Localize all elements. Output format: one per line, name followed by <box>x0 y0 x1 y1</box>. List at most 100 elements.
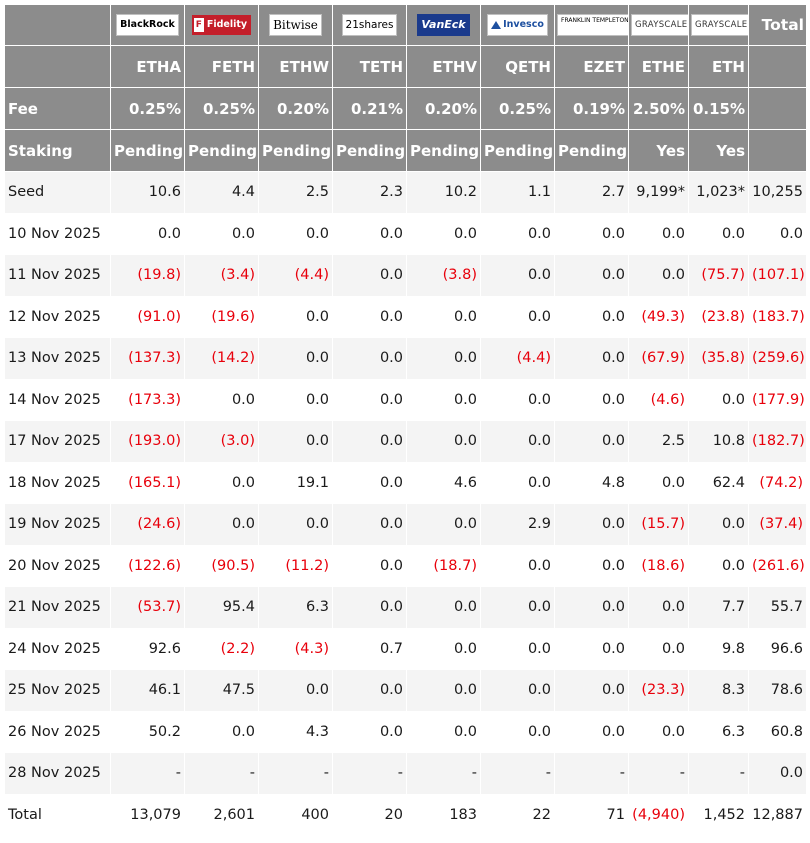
table-row: 19 Nov 2025 (24.6) 0.0 0.0 0.0 0.0 2.9 0.0 (15.7… <box>4 503 807 546</box>
flow-cell: 0.0 <box>628 212 689 255</box>
ticker-cell: ETHW <box>258 45 333 88</box>
flow-cell: - <box>480 752 555 795</box>
staking-row-label: Staking <box>4 129 111 172</box>
flow-cell: (91.0) <box>110 295 185 338</box>
flow-cell: (24.6) <box>110 503 185 546</box>
ticker-cell: TETH <box>332 45 407 88</box>
row-total-cell: 96.6 <box>748 627 807 670</box>
flow-cell: 0.0 <box>688 544 749 587</box>
flow-cell: 95.4 <box>184 586 259 629</box>
flow-cell: 4.4 <box>184 171 259 214</box>
flow-cell: 0.0 <box>628 461 689 504</box>
flow-cell: 0.0 <box>628 254 689 297</box>
flow-cell: 0.0 <box>258 337 333 380</box>
table-row: 24 Nov 2025 92.6 (2.2) (4.3) 0.7 0.0 0.0 0.0 0.0… <box>4 627 807 670</box>
total-row: Total 13,079 2,601 400 20 183 22 71 (4,940) 1,452… <box>4 793 807 836</box>
invesco-logo-cell: Invesco <box>480 4 555 46</box>
table-row: 12 Nov 2025 (91.0) (19.6) 0.0 0.0 0.0 0.0 0.0 (4… <box>4 295 807 338</box>
bitwise-logo: Bitwise <box>269 14 322 36</box>
flow-cell: 6.3 <box>258 586 333 629</box>
flow-cell: 0.0 <box>258 503 333 546</box>
flow-cell: 2.5 <box>628 420 689 463</box>
staking-cell: Pending <box>332 129 407 172</box>
row-label: 13 Nov 2025 <box>4 337 111 380</box>
table-row: 28 Nov 2025- - - - - - - - -0.0 <box>4 752 807 795</box>
flow-cell: 13,079 <box>110 793 185 836</box>
row-total-cell: 78.6 <box>748 669 807 712</box>
flow-cell: (11.2) <box>258 544 333 587</box>
staking-cell: Pending <box>406 129 481 172</box>
ticker-cell: ETHV <box>406 45 481 88</box>
fee-cell: 0.15% <box>688 87 749 130</box>
flow-cell: 2.9 <box>480 503 555 546</box>
fee-cell: 0.25% <box>480 87 555 130</box>
flow-cell: 1,023* <box>688 171 749 214</box>
staking-cell: Yes <box>688 129 749 172</box>
flow-cell: 0.0 <box>554 212 629 255</box>
flow-cell: (18.6) <box>628 544 689 587</box>
fee-cell: 0.20% <box>258 87 333 130</box>
flow-cell: 0.0 <box>332 337 407 380</box>
flow-cell: 0.0 <box>628 586 689 629</box>
flow-cell: 71 <box>554 793 629 836</box>
flow-cell: 0.0 <box>332 544 407 587</box>
flow-cell: (19.8) <box>110 254 185 297</box>
flow-cell: 0.0 <box>258 669 333 712</box>
fidelity-logo-text: Fidelity <box>206 19 248 30</box>
row-label: Total <box>4 793 111 836</box>
row-total-cell: (177.9) <box>748 378 807 421</box>
flow-cell: 0.0 <box>332 295 407 338</box>
franklin-templeton-logo: FRANKLIN TEMPLETON <box>557 14 628 36</box>
ticker-cell: EZET <box>554 45 629 88</box>
row-total-cell: (259.6) <box>748 337 807 380</box>
flow-cell: 0.0 <box>258 420 333 463</box>
ticker-cell: QETH <box>480 45 555 88</box>
flow-cell: (165.1) <box>110 461 185 504</box>
invesco-logo: Invesco <box>487 14 548 36</box>
row-total-cell: 55.7 <box>748 586 807 629</box>
blackrock-logo-cell: BlackRock <box>110 4 185 46</box>
flow-cell: - <box>184 752 259 795</box>
flow-cell: (4.3) <box>258 627 333 670</box>
flow-cell: 0.0 <box>406 420 481 463</box>
flow-cell: 0.7 <box>332 627 407 670</box>
flow-cell: 0.0 <box>332 669 407 712</box>
flow-cell: (193.0) <box>110 420 185 463</box>
flow-cell: 0.0 <box>184 212 259 255</box>
flow-cell: 1,452 <box>688 793 749 836</box>
row-total-cell: (37.4) <box>748 503 807 546</box>
flow-cell: 9,199* <box>628 171 689 214</box>
ticker-row-label <box>4 45 111 88</box>
flow-cell: 0.0 <box>332 420 407 463</box>
flow-cell: 7.7 <box>688 586 749 629</box>
flow-cell: 0.0 <box>480 627 555 670</box>
flow-cell: 0.0 <box>332 378 407 421</box>
flow-cell: 0.0 <box>184 378 259 421</box>
flow-cell: 0.0 <box>406 627 481 670</box>
flow-cell: 0.0 <box>406 295 481 338</box>
ticker-cell: ETHA <box>110 45 185 88</box>
flow-cell: 0.0 <box>480 378 555 421</box>
ticker-row: ETHA FETH ETHW TETH ETHV QETH EZET ETHE … <box>4 45 807 88</box>
row-label: Seed <box>4 171 111 214</box>
flow-cell: 19.1 <box>258 461 333 504</box>
flow-cell: 0.0 <box>480 420 555 463</box>
staking-row: Staking Pending Pending Pending Pending … <box>4 129 807 172</box>
flow-cell: 0.0 <box>110 212 185 255</box>
flow-cell: 0.0 <box>332 461 407 504</box>
flow-cell: 0.0 <box>554 586 629 629</box>
flow-cell: (18.7) <box>406 544 481 587</box>
row-total-cell: (107.1) <box>748 254 807 297</box>
bitwise-logo-cell: Bitwise <box>258 4 333 46</box>
flow-cell: 92.6 <box>110 627 185 670</box>
flow-cell: (122.6) <box>110 544 185 587</box>
flow-cell: - <box>110 752 185 795</box>
flow-cell: 0.0 <box>554 378 629 421</box>
flow-cell: 6.3 <box>688 710 749 753</box>
row-label: 26 Nov 2025 <box>4 710 111 753</box>
row-total-cell: 0.0 <box>748 212 807 255</box>
flow-cell: (173.3) <box>110 378 185 421</box>
vaneck-logo-cell: VanEck <box>406 4 481 46</box>
flow-cell: 0.0 <box>406 337 481 380</box>
row-total-cell: (182.7) <box>748 420 807 463</box>
